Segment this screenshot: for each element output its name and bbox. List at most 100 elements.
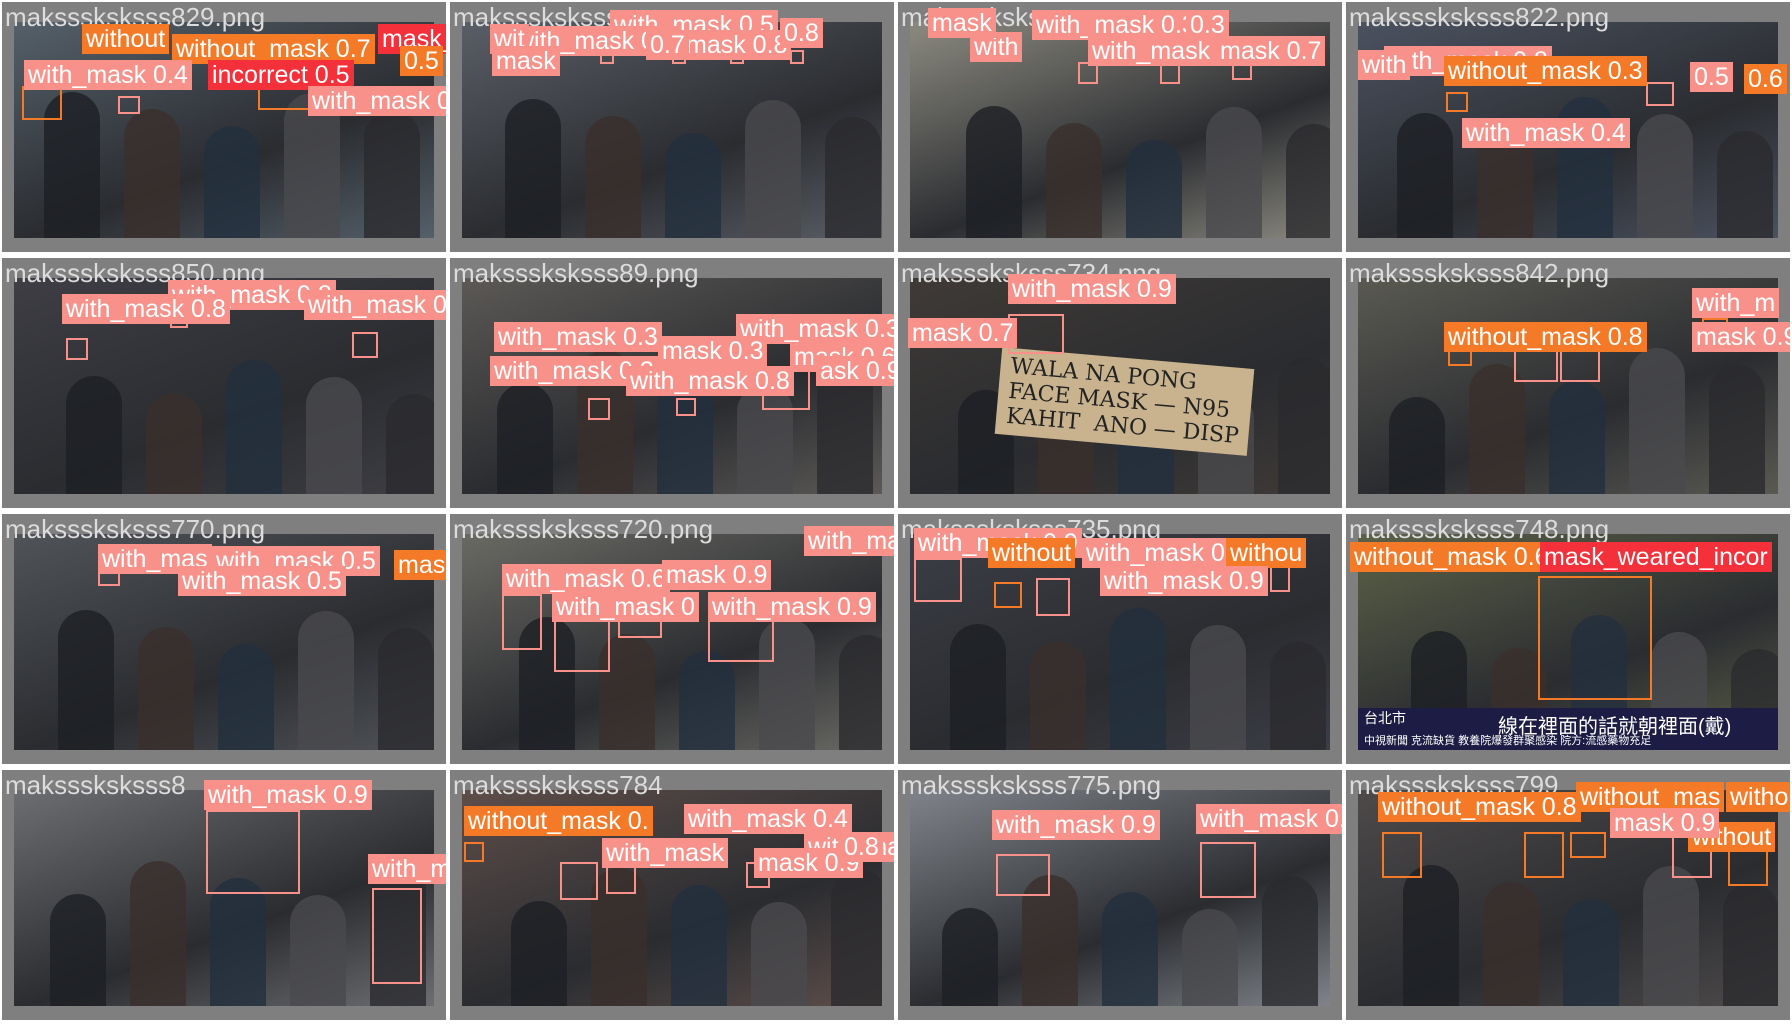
person-silhouette	[1723, 883, 1778, 1006]
detection-label: with_mask 0.9	[992, 810, 1160, 840]
person-silhouette	[130, 861, 186, 1006]
person-silhouette	[146, 393, 202, 494]
detection-label: without	[82, 24, 170, 54]
detection-label: mask 0.8	[394, 550, 446, 580]
person-silhouette	[290, 895, 346, 1006]
person-silhouette	[1278, 358, 1330, 494]
detection-label: 0.8	[780, 18, 823, 48]
person-silhouette	[364, 110, 420, 238]
detection-tile: maksssksksss with_mask 0.5 with_mask 0.5 ma…	[450, 2, 894, 252]
detection-box	[606, 866, 636, 894]
detection-label: with_mask 0.8	[626, 366, 794, 396]
detection-tile: maksssksksss720.png with_ma with_mask 0.6 m…	[450, 514, 894, 764]
detection-label: 0.6	[1744, 64, 1787, 94]
person-silhouette	[218, 644, 274, 750]
detection-label: without_mask 0.	[464, 806, 653, 836]
person-silhouette	[1563, 899, 1619, 1006]
detection-label: without_mask 0.8	[1444, 322, 1647, 352]
detection-box	[1538, 576, 1652, 700]
person-silhouette	[831, 869, 882, 1006]
detection-label: with_mask 0.9	[204, 780, 372, 810]
tile-filename: maksssksksss720.png	[453, 514, 714, 544]
detection-box	[1382, 832, 1422, 878]
detection-label: with_mask 0	[1082, 538, 1229, 568]
detection-box	[502, 594, 542, 650]
person-silhouette	[1643, 866, 1699, 1006]
person-silhouette	[839, 635, 882, 750]
tile-filename: maksssksksss770.png	[5, 514, 266, 544]
detection-label: with_ma	[804, 526, 894, 556]
detection-label: with_mask 0.7	[308, 86, 446, 116]
detection-box	[588, 398, 610, 420]
person-silhouette	[751, 902, 807, 1006]
news-ticker: 線在裡面的話就朝裡面(戴) 台北市 中視新聞 克流缺貨 教養院爆發群聚感染 院方:流…	[1358, 708, 1778, 750]
detection-label: with_mask 0.9	[708, 592, 876, 622]
detection-label: mask 0.9	[1610, 808, 1720, 838]
detection-box	[1200, 842, 1256, 898]
person-silhouette	[138, 627, 194, 750]
tile-filename: maksssksksss784	[453, 770, 663, 800]
person-silhouette	[825, 117, 881, 238]
detection-box	[372, 888, 422, 984]
tile-filename: maksssksksss8	[5, 770, 186, 800]
detection-label: with_mask 0.5	[178, 566, 346, 596]
detection-label: without_mask 0.6	[1350, 542, 1553, 572]
tile-filename: maksssksksss748.png	[1349, 514, 1610, 544]
person-silhouette	[671, 885, 727, 1006]
person-silhouette	[1102, 892, 1158, 1006]
detection-box	[352, 332, 378, 358]
detection-label: with_mask 0.8	[368, 854, 446, 884]
detection-label: mask 0.7	[908, 318, 1018, 348]
detection-label: withou	[1726, 782, 1790, 812]
person-silhouette	[497, 383, 553, 494]
detection-grid: maksssksksss829.png without without_mask 0…	[0, 0, 1792, 1024]
detection-label: mask 0.9	[662, 560, 772, 590]
detection-label: with_mask 0.8	[1196, 804, 1342, 834]
detection-box	[66, 338, 88, 360]
detection-label: with	[1358, 50, 1411, 80]
detection-box	[1646, 82, 1674, 106]
person-silhouette	[505, 99, 561, 238]
detection-label: with_mask 0.6	[502, 564, 670, 594]
detection-label: 0.5	[1690, 62, 1733, 92]
detection-tile: maksssksksss850.png with_mask 0.8 with_mas…	[2, 258, 446, 508]
detection-box	[22, 86, 62, 120]
person-silhouette	[210, 878, 266, 1006]
person-silhouette	[1469, 364, 1525, 494]
detection-label: mask 0.7	[1216, 36, 1326, 66]
person-silhouette	[66, 376, 122, 494]
tile-filename: maksssksksss822.png	[1349, 2, 1610, 32]
detection-tile: maksssksksss735.pngwith_mask 0.9withoutw…	[898, 514, 1342, 764]
detection-label: mask 0.8	[682, 30, 792, 60]
detection-label: 0.7	[646, 30, 689, 60]
person-silhouette	[745, 100, 801, 238]
detection-tile: maksssksksss770.png with_mas with_mask 0.5…	[2, 514, 446, 764]
detection-box	[1570, 832, 1606, 858]
detection-label: ask 0.9	[816, 356, 894, 386]
detection-box	[1036, 578, 1070, 616]
person-silhouette	[1717, 131, 1773, 238]
detection-label: 0.3	[1186, 10, 1229, 40]
person-silhouette	[1286, 124, 1330, 238]
detection-box	[206, 810, 300, 894]
ticker-city: 台北市	[1364, 710, 1406, 726]
detection-tile: maksssksksss799 without_mask 0.8 without_m…	[1346, 770, 1790, 1020]
detection-label: with_mask 0	[552, 592, 699, 622]
person-silhouette	[1206, 107, 1262, 238]
person-silhouette	[950, 624, 1006, 750]
person-silhouette	[298, 611, 354, 750]
person-silhouette	[1262, 876, 1318, 1006]
detection-tile: makssskskssswith_mask 0.3with_mask 0.6ma…	[898, 2, 1342, 252]
person-silhouette	[1270, 642, 1326, 750]
person-silhouette	[1629, 348, 1685, 494]
detection-tile: 線在裡面的話就朝裡面(戴) 台北市 中視新聞 克流缺貨 教養院爆發群聚感染 院方:流…	[1346, 514, 1790, 764]
person-silhouette	[306, 377, 362, 494]
detection-label: with_mask 0.4	[24, 60, 192, 90]
detection-label: 0.8	[840, 832, 883, 862]
detection-label: with_m	[1692, 288, 1780, 318]
person-silhouette	[204, 126, 260, 238]
detection-label: with_mask 0.8	[62, 294, 230, 324]
person-silhouette	[226, 360, 282, 494]
person-silhouette	[1637, 114, 1693, 238]
person-silhouette	[1483, 882, 1539, 1006]
